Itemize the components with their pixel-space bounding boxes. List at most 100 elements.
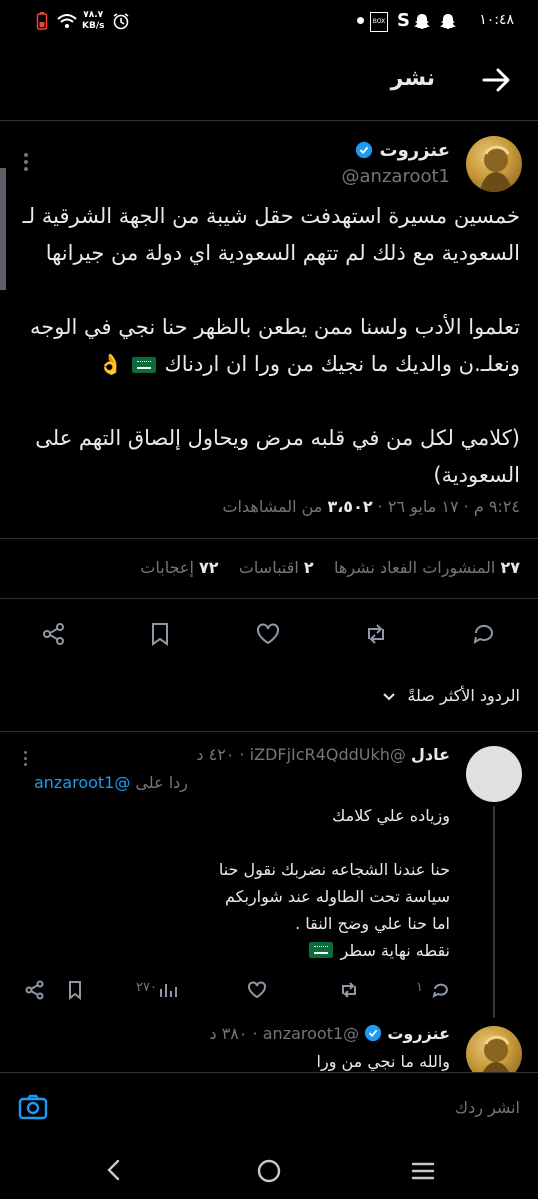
timestamp: ٩:٢٤ م · ١٧ مايو ٢٦ ·: [372, 497, 520, 516]
reply-line: حنا عندنا الشجاعه نضربك نقول حنا: [218, 860, 450, 879]
replying-to-handle[interactable]: @anzaroot1: [34, 773, 130, 792]
reply-handle[interactable]: @iZDFjIcR4QddUkh: [250, 745, 406, 764]
reply-icon[interactable]: [430, 979, 452, 1001]
back-nav-icon[interactable]: [104, 1158, 124, 1182]
reply-avatar[interactable]: [466, 746, 522, 802]
net-speed: ٧٨.٧ KB/s: [82, 10, 104, 32]
bookmark-icon[interactable]: [64, 979, 86, 1001]
author-line[interactable]: عنزروت: [355, 140, 450, 161]
thread-line: [493, 806, 495, 1018]
replies-sort-label: الردود الأكثر صلةً: [407, 686, 520, 705]
tweet-line: تعلموا الأدب ولسنا ممن يطعن بالظهر حنا ن…: [30, 315, 520, 339]
net-speed-unit: KB/s: [82, 21, 105, 31]
views-icon[interactable]: [157, 979, 179, 1001]
replies-sort-dropdown[interactable]: الردود الأكثر صلةً: [382, 686, 520, 705]
top-header: نشر: [0, 44, 538, 121]
reply-views-count: ٢٧٠: [136, 980, 157, 995]
likes-count: ٧٢: [198, 558, 219, 577]
like-icon[interactable]: [254, 620, 282, 648]
views-count: ٣،٥٠٢: [327, 497, 373, 516]
reply-age: ٤٢٠ د: [196, 745, 235, 764]
more-options-icon[interactable]: [24, 150, 28, 174]
reply-header[interactable]: عادل @iZDFjIcR4QddUkh · ٤٢٠ د: [196, 745, 450, 764]
verified-badge-icon: [365, 1024, 382, 1042]
reply-line: سياسة تحت الطاوله عند شواربكم: [225, 887, 450, 906]
camera-icon[interactable]: [18, 1093, 48, 1121]
author-avatar[interactable]: [466, 136, 522, 192]
likes-label: إعجابات: [140, 558, 194, 577]
reply-line: وزياده علي كلامك: [332, 806, 450, 825]
reply-author-name[interactable]: عنزروت: [387, 1024, 450, 1043]
reply-count: ١: [416, 980, 423, 995]
quotes-count: ٢٧: [500, 558, 520, 577]
tweet-line: السعودية مع ذلك لم تتهم السعودية اي دولة…: [45, 241, 520, 265]
chevron-down-icon: [383, 692, 396, 700]
scroll-indicator[interactable]: [0, 168, 6, 290]
tweet-line: (كلامي لكل من في قلبه مرض ويحاول إلصاق ا…: [35, 426, 520, 450]
quotes-stat[interactable]: ٢٧ المنشورات الفعاد نشرها: [334, 558, 520, 577]
page-title: نشر: [390, 66, 435, 91]
reposts-count: ٢: [303, 558, 314, 577]
tweet-line: خمسين مسيرة استهدفت حقل شيبة من الجهة ال…: [22, 204, 520, 228]
repost-icon[interactable]: [362, 620, 390, 648]
reply-line-with-emoji: نقطه نهاية سطر: [20, 937, 450, 964]
replying-to-prefix: ردا على: [130, 773, 188, 792]
avatar-portrait: [480, 145, 512, 192]
tweet-body: خمسين مسيرة استهدفت حقل شيبة من الجهة ال…: [20, 198, 520, 494]
reply-line: اما حنا علي وضح النقا .: [295, 914, 450, 933]
reply-body: وزياده علي كلامك حنا عندنا الشجاعه نضربك…: [20, 802, 450, 964]
tweet-stats: ٢٧ المنشورات الفعاد نشرها ٢ اقتباسات ٧٢ …: [140, 558, 520, 577]
saudi-flag-icon: [309, 942, 334, 958]
android-navbar: [0, 1140, 538, 1199]
snapchat-icon: [440, 14, 456, 29]
views-label: من المشاهدات: [222, 497, 328, 516]
reply-line: نقطه نهاية سطر: [340, 941, 450, 960]
reply-line-blank: [20, 829, 450, 856]
tweet-line: السعودية): [433, 463, 520, 487]
alarm-icon: [113, 13, 129, 30]
divider: [0, 731, 538, 732]
app-s-icon: S: [397, 10, 410, 31]
tweet-meta: ٩:٢٤ م · ١٧ مايو ٢٦ · ٣،٥٠٢ من المشاهدات: [222, 497, 520, 516]
reply-header[interactable]: عنزروت @anzaroot1 · ٣٨٠ د: [209, 1024, 450, 1043]
notification-dot-icon: [357, 17, 364, 24]
like-icon[interactable]: [246, 979, 268, 1001]
tweet-actions: [0, 616, 538, 652]
status-bar: ١٠:٤٨ S BOX ٧٨.٧ KB/s: [0, 0, 538, 44]
bookmark-icon[interactable]: [146, 620, 174, 648]
author-handle[interactable]: @anzaroot1: [342, 166, 450, 187]
reply-input[interactable]: انشر ردك: [455, 1098, 520, 1117]
box-icon: BOX: [370, 12, 388, 32]
reply-icon[interactable]: [470, 620, 498, 648]
clock: ١٠:٤٨: [479, 12, 514, 28]
reply-composer: انشر ردك: [0, 1072, 538, 1141]
reposts-stat[interactable]: ٢ اقتباسات: [239, 558, 314, 577]
wifi-icon: [57, 14, 77, 28]
reposts-label: اقتباسات: [238, 558, 299, 577]
snapchat-icon: [414, 14, 430, 29]
tweet-line-with-emoji: ونعلـ.ن والديك ما نجيك من ورا ان اردناك …: [20, 346, 520, 383]
likes-stat[interactable]: ٧٢ إعجابات: [140, 558, 218, 577]
share-icon[interactable]: [40, 620, 68, 648]
divider: [0, 598, 538, 599]
reply-author-name[interactable]: عادل: [411, 745, 450, 764]
replying-to: ردا على @anzaroot1: [34, 773, 188, 792]
home-nav-icon[interactable]: [256, 1158, 282, 1184]
recents-nav-icon[interactable]: [410, 1160, 436, 1182]
author-name[interactable]: عنزروت: [380, 140, 450, 161]
back-arrow-icon[interactable]: [478, 62, 514, 98]
more-options-icon[interactable]: [24, 748, 27, 769]
verified-badge-icon: [356, 141, 373, 159]
net-speed-value: ٧٨.٧: [83, 10, 104, 20]
reply-age: ٣٨٠ د: [209, 1024, 248, 1043]
reply-actions: ١ ٢٧٠: [0, 977, 470, 1003]
share-icon[interactable]: [24, 979, 46, 1001]
battery-icon: [36, 12, 48, 30]
repost-icon[interactable]: [338, 979, 360, 1001]
quotes-label: المنشورات الفعاد نشرها: [334, 558, 496, 577]
reply-handle[interactable]: @anzaroot1: [263, 1024, 359, 1043]
divider: [0, 538, 538, 539]
tweet-line: ونعلـ.ن والديك ما نجيك من ورا ان اردناك: [164, 352, 520, 376]
